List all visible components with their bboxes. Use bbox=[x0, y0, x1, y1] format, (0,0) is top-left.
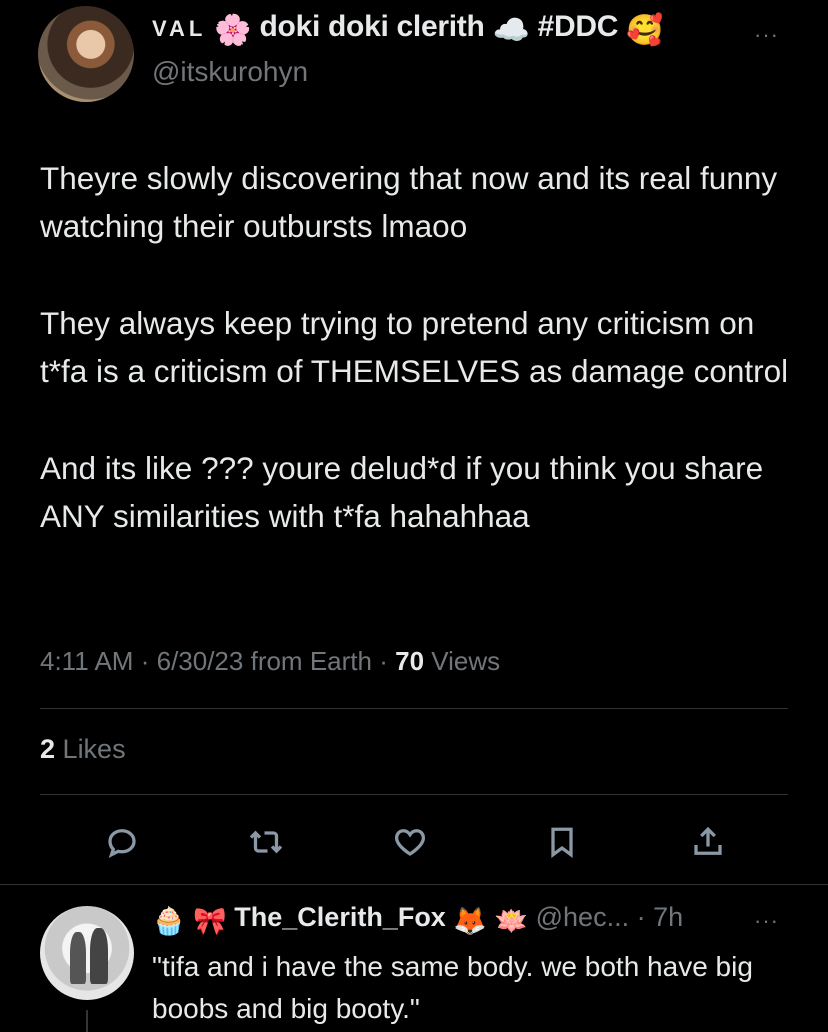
flower-emoji-icon: 🌸 bbox=[214, 14, 252, 47]
retweet-icon bbox=[249, 830, 283, 854]
views-count: 70 bbox=[395, 646, 425, 676]
cupcake-emoji-icon: 🧁 bbox=[152, 906, 186, 936]
reply-text: "tifa and i have the same body. we both … bbox=[152, 951, 753, 1024]
thread-line bbox=[86, 1010, 88, 1032]
ribbon-emoji-icon: 🎀 bbox=[193, 906, 227, 936]
reply-author-handle[interactable]: @hec... bbox=[536, 902, 629, 932]
reply-header: 🧁 🎀 The_Clerith_Fox 🦊 🪷 @hec... · 7h bbox=[152, 902, 683, 937]
author-name-prefix: VAL bbox=[152, 16, 207, 41]
tweet-meta: 4:11 AM · 6/30/23 from Earth · 70 Views bbox=[40, 646, 500, 677]
views-label: Views bbox=[431, 646, 501, 676]
author-name-main: doki doki clerith bbox=[259, 10, 485, 43]
tweet-text: Theyre slowly discovering that now and i… bbox=[40, 154, 800, 589]
bookmark-icon bbox=[551, 827, 573, 859]
divider bbox=[40, 708, 788, 709]
share-button[interactable] bbox=[688, 822, 728, 862]
tweet-source: from Earth bbox=[250, 646, 372, 676]
section-divider bbox=[0, 884, 828, 885]
tweet-paragraph: Theyre slowly discovering that now and i… bbox=[40, 160, 778, 244]
author-name-tag: #DDC bbox=[537, 10, 619, 43]
reply-separator: · bbox=[636, 902, 646, 932]
tweet-date[interactable]: 6/30/23 bbox=[157, 646, 244, 676]
share-icon bbox=[694, 826, 722, 855]
avatar-figure bbox=[90, 928, 108, 984]
likes-label: Likes bbox=[62, 734, 126, 764]
tweet-time[interactable]: 4:11 AM bbox=[40, 646, 133, 676]
more-options-icon[interactable]: ··· bbox=[754, 22, 779, 48]
reply-more-options-icon[interactable]: ··· bbox=[754, 908, 779, 934]
avatar-figure bbox=[70, 932, 86, 984]
divider bbox=[40, 794, 788, 795]
likes-count: 2 bbox=[40, 734, 56, 764]
tweet-paragraph: They always keep trying to pretend any c… bbox=[40, 305, 789, 389]
reply-button[interactable] bbox=[102, 822, 142, 862]
retweet-button[interactable] bbox=[246, 822, 286, 862]
cloud-emoji-icon: ☁️ bbox=[492, 14, 530, 47]
tweet-paragraph: And its like ??? youre delud*d if you th… bbox=[40, 450, 764, 534]
fox-emoji-icon: 🦊 bbox=[453, 906, 487, 936]
lotus-emoji-icon: 🪷 bbox=[494, 906, 529, 936]
reply-time[interactable]: 7h bbox=[653, 902, 683, 932]
meta-separator: · bbox=[140, 646, 150, 676]
smiling-hearts-emoji-icon: 🥰 bbox=[626, 14, 664, 47]
likes-count-link[interactable]: 2 Likes bbox=[40, 734, 126, 765]
author-avatar[interactable] bbox=[38, 6, 134, 102]
author-handle[interactable]: @itskurohyn bbox=[152, 56, 308, 88]
like-icon bbox=[395, 829, 425, 856]
like-button[interactable] bbox=[390, 822, 430, 862]
bookmark-button[interactable] bbox=[542, 822, 582, 862]
meta-separator: · bbox=[379, 646, 388, 676]
reply-icon bbox=[108, 829, 136, 859]
reply-author-avatar[interactable] bbox=[40, 906, 134, 1000]
author-display-name[interactable]: VAL 🌸 doki doki clerith ☁️ #DDC 🥰 bbox=[152, 10, 664, 48]
reply-author-name[interactable]: The_Clerith_Fox bbox=[234, 902, 446, 932]
